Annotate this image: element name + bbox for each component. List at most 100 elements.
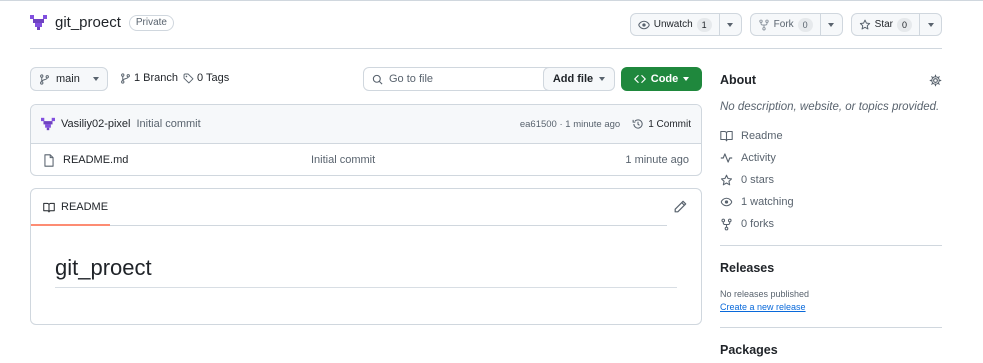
commit-author-link[interactable]: Vasiliy02-pixel	[61, 118, 131, 130]
fork-dropdown[interactable]	[819, 14, 842, 35]
readme-link[interactable]: Readme	[720, 125, 942, 147]
fork-icon	[721, 218, 732, 230]
branch-name: main	[56, 73, 80, 85]
star-label: Star	[874, 19, 893, 30]
pencil-icon[interactable]	[673, 200, 687, 214]
sidebar-divider	[720, 327, 942, 328]
fork-counter: 0	[797, 17, 813, 32]
commit-message-link[interactable]: Initial commit	[137, 118, 201, 130]
unwatch-label: Unwatch	[653, 19, 693, 30]
fork-label: Fork	[773, 19, 794, 30]
repo-avatar-icon	[30, 14, 47, 31]
history-icon	[632, 119, 643, 129]
star-button[interactable]: Star 0	[852, 14, 919, 35]
about-description: No description, website, or topics provi…	[720, 101, 940, 113]
gear-icon[interactable]	[929, 74, 942, 87]
file-table: Vasiliy02-pixel Initial commit ea61500 ·…	[30, 104, 702, 176]
branch-icon	[121, 72, 130, 84]
branches-link[interactable]: 1 Branch	[120, 72, 178, 84]
repo-header: git_proect Private	[30, 14, 174, 31]
watch-dropdown[interactable]	[718, 14, 741, 35]
releases-heading[interactable]: Releases	[720, 261, 942, 275]
file-name-link[interactable]: README.md	[63, 154, 128, 166]
readme-heading: git_proect	[55, 255, 152, 280]
fork-icon	[758, 19, 769, 30]
forks-link[interactable]: 0 forks	[720, 213, 942, 235]
watch-counter: 1	[696, 17, 712, 32]
search-icon	[372, 74, 383, 84]
readme-link-label: Readme	[741, 130, 783, 142]
sidebar-divider	[720, 245, 942, 246]
file-row[interactable]: README.md Initial commit 1 minute ago	[31, 144, 701, 175]
readme-panel: README git_proect	[30, 188, 702, 325]
about-links: Readme Activity 0 stars 1 watching 0 for…	[720, 125, 942, 235]
tags-count: 0 Tags	[197, 72, 230, 84]
caret-down-icon	[828, 22, 835, 27]
no-releases-text: No releases published	[720, 289, 810, 299]
commit-meta: ea61500 · 1 minute ago 1 Commit	[520, 118, 691, 130]
stars-link[interactable]: 0 stars	[720, 169, 942, 191]
branches-count: 1 Branch	[134, 72, 179, 84]
file-age: 1 minute ago	[625, 154, 689, 166]
star-counter: 0	[897, 17, 912, 32]
star-button-group: Star 0	[850, 13, 942, 36]
latest-commit-row: Vasiliy02-pixel Initial commit ea61500 ·…	[31, 105, 701, 144]
readme-tab-label: README	[61, 201, 109, 213]
watch-button-group: Unwatch 1	[629, 13, 742, 36]
go-to-file-input[interactable]: Go to file t	[363, 67, 568, 91]
caret-down-icon	[927, 22, 934, 27]
fork-button-group: Fork 0	[749, 13, 843, 36]
activity-link[interactable]: Activity	[720, 147, 942, 169]
create-release-link[interactable]: Create a new release	[720, 302, 942, 312]
branch-icon	[40, 73, 49, 85]
caret-down-icon	[727, 22, 734, 27]
caret-down-icon	[599, 77, 606, 81]
go-to-file-placeholder: Go to file	[389, 73, 434, 85]
file-icon	[44, 153, 54, 167]
activity-link-label: Activity	[741, 152, 776, 164]
releases-section: Releases No releases published Create a …	[720, 261, 942, 312]
watching-link-label: 1 watching	[741, 196, 794, 208]
caret-down-icon	[683, 77, 690, 81]
tags-link[interactable]: 0 Tags	[183, 72, 229, 84]
commits-history-link[interactable]: 1 Commit	[632, 118, 691, 130]
add-file-label: Add file	[552, 73, 594, 85]
commit-hash-time[interactable]: ea61500 · 1 minute ago	[520, 119, 620, 130]
book-icon	[43, 202, 55, 212]
tab-readme[interactable]: README	[31, 189, 110, 226]
visibility-badge: Private	[128, 14, 174, 31]
about-header: About	[720, 70, 942, 90]
pulse-icon	[720, 153, 733, 163]
repo-actions: Unwatch 1 Fork 0 Star 0	[629, 13, 942, 36]
about-heading: About	[720, 73, 757, 87]
repo-name-link[interactable]: git_proect	[55, 14, 121, 31]
caret-down-icon	[93, 77, 99, 81]
code-button[interactable]: Code	[621, 67, 702, 91]
author-avatar-icon[interactable]	[41, 117, 55, 131]
code-label: Code	[650, 73, 679, 85]
star-icon	[720, 174, 733, 185]
eye-icon	[637, 20, 650, 29]
star-icon	[859, 19, 870, 29]
watching-link[interactable]: 1 watching	[720, 191, 942, 213]
readme-heading-rule	[55, 287, 677, 288]
stars-link-label: 0 stars	[741, 174, 775, 186]
readme-tabbar: README	[31, 189, 667, 226]
packages-heading[interactable]: Packages	[720, 343, 778, 357]
top-border	[0, 0, 983, 1]
commits-count: 1 Commit	[648, 118, 691, 130]
add-file-button[interactable]: Add file	[543, 67, 615, 91]
eye-icon	[720, 197, 733, 207]
code-icon	[633, 75, 646, 83]
fork-button[interactable]: Fork 0	[751, 14, 820, 35]
unwatch-button[interactable]: Unwatch 1	[631, 14, 719, 35]
about-section: About No description, website, or topics…	[720, 70, 942, 235]
file-commit-message[interactable]: Initial commit	[311, 154, 375, 166]
header-divider	[30, 48, 942, 49]
file-toolbar: main 1 Branch 0 Tags Go to file t Add fi…	[30, 67, 702, 92]
forks-link-label: 0 forks	[741, 218, 775, 230]
book-icon	[720, 131, 733, 142]
tag-icon	[183, 73, 194, 83]
branch-selector[interactable]: main	[30, 67, 108, 91]
star-dropdown[interactable]	[919, 14, 941, 35]
